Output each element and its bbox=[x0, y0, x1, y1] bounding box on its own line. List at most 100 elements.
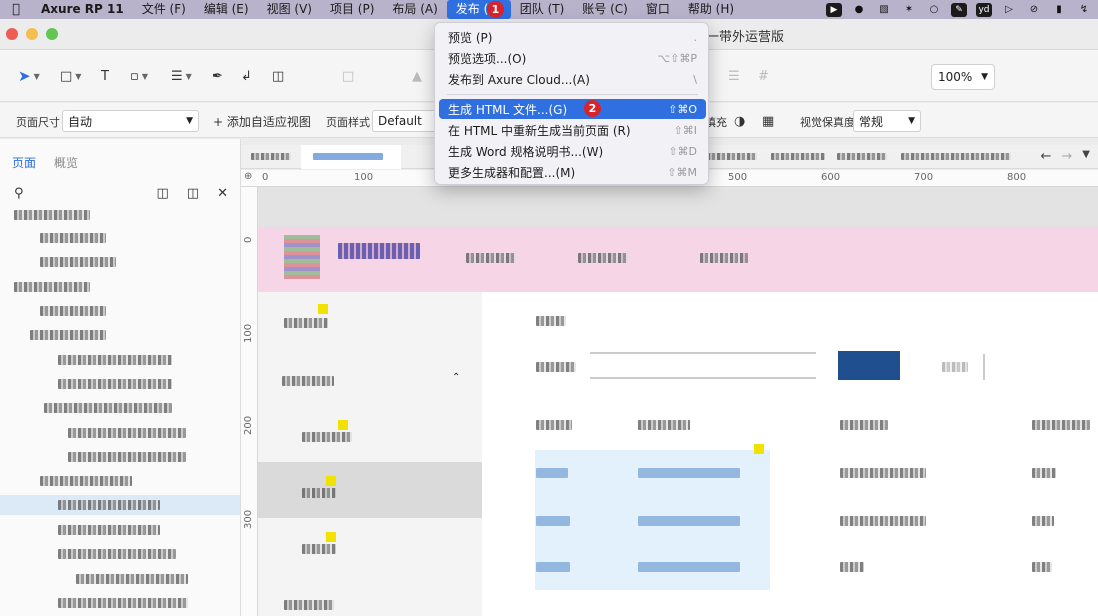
cursor-app-icon[interactable]: ▶ bbox=[826, 2, 842, 17]
youdao-icon[interactable]: yd bbox=[976, 2, 992, 17]
page-size-select[interactable]: 自动 ▼ bbox=[62, 110, 199, 132]
wechat-icon[interactable]: ● bbox=[851, 3, 867, 17]
divider bbox=[983, 354, 985, 380]
sync-icon[interactable]: ○ bbox=[926, 3, 942, 17]
menu-item-more-generators[interactable]: 更多生成器和配置...(M) ⇧⌘M bbox=[439, 162, 706, 182]
tree-item[interactable] bbox=[0, 398, 240, 418]
tree-item-selected[interactable] bbox=[0, 495, 240, 515]
page-style-select[interactable]: Default bbox=[372, 110, 434, 132]
menu-item-generate-word[interactable]: 生成 Word 规格说明书...(W) ⇧⌘D bbox=[439, 141, 706, 161]
menu-view[interactable]: 视图 (V) bbox=[258, 0, 321, 19]
page-tab[interactable] bbox=[771, 145, 831, 169]
annotation-marker[interactable] bbox=[326, 476, 336, 486]
prototype-table-header bbox=[536, 420, 572, 430]
tree-item[interactable] bbox=[0, 569, 240, 589]
connector-tool[interactable]: ↲ bbox=[241, 67, 252, 85]
inbox-icon[interactable]: ▧ bbox=[876, 3, 892, 17]
bluetooth-icon[interactable]: ↯ bbox=[1076, 3, 1092, 17]
page-tab[interactable] bbox=[837, 145, 897, 169]
prototype-table-cell bbox=[840, 468, 926, 478]
tree-item[interactable] bbox=[0, 423, 240, 443]
tree-item[interactable] bbox=[0, 471, 240, 491]
annotation-marker[interactable] bbox=[754, 444, 764, 454]
group-tool[interactable]: □ bbox=[342, 67, 354, 85]
network-icon[interactable]: ✶ bbox=[901, 3, 917, 17]
add-folder-icon[interactable]: ◫ bbox=[187, 186, 199, 201]
notes-app-icon[interactable]: ✎ bbox=[951, 2, 967, 17]
window-controls bbox=[6, 28, 58, 40]
hotspot-tool[interactable]: ◫ bbox=[272, 67, 284, 85]
tree-item[interactable] bbox=[0, 447, 240, 467]
menu-file[interactable]: 文件 (F) bbox=[133, 0, 195, 19]
tree-item[interactable] bbox=[0, 350, 240, 370]
ruler-tick-label: 700 bbox=[914, 172, 934, 183]
app-menu[interactable]: Axure RP 11 bbox=[32, 0, 133, 19]
widget-tool[interactable]: ▫ ▼ bbox=[130, 67, 148, 85]
menu-item-preview[interactable]: 预览 (P) . bbox=[439, 27, 706, 47]
page-size-value: 自动 bbox=[68, 114, 93, 129]
tree-item[interactable] bbox=[0, 374, 240, 394]
text-tool[interactable]: T bbox=[101, 67, 109, 85]
zoom-window-button[interactable] bbox=[46, 28, 58, 40]
fidelity-label: 视觉保真度 bbox=[800, 116, 855, 129]
menu-item-regenerate-page[interactable]: 在 HTML 中重新生成当前页面 (R) ⇧⌘I bbox=[439, 120, 706, 140]
menu-account[interactable]: 账号 (C) bbox=[573, 0, 637, 19]
tree-item[interactable] bbox=[0, 593, 240, 613]
grid-tool[interactable]: # bbox=[758, 67, 769, 85]
apple-icon[interactable]:  bbox=[0, 2, 32, 17]
minimize-window-button[interactable] bbox=[26, 28, 38, 40]
fidelity-select[interactable]: 常规 ▼ bbox=[853, 110, 921, 132]
battery-icon[interactable]: ▮ bbox=[1051, 3, 1067, 17]
tree-item[interactable] bbox=[0, 301, 240, 321]
menu-team[interactable]: 团队 (T) bbox=[511, 0, 574, 19]
menu-item-preview-options[interactable]: 预览选项...(O) ⌥⇧⌘P bbox=[439, 48, 706, 68]
tree-item[interactable] bbox=[0, 277, 240, 297]
annotation-marker[interactable] bbox=[338, 420, 348, 430]
menu-edit[interactable]: 编辑 (E) bbox=[195, 0, 258, 19]
menu-window[interactable]: 窗口 bbox=[637, 0, 679, 19]
prototype-table-header bbox=[840, 420, 888, 430]
chevron-down-icon: ▼ bbox=[75, 71, 82, 81]
close-window-button[interactable] bbox=[6, 28, 18, 40]
collapse-all-icon[interactable]: ✕ bbox=[217, 186, 228, 201]
fill-image-button[interactable]: ▦ bbox=[762, 112, 774, 130]
add-page-icon[interactable]: ◫ bbox=[157, 186, 169, 201]
arrow-left-icon[interactable]: ← bbox=[1040, 149, 1051, 164]
prototype-logo bbox=[284, 235, 320, 279]
page-tab-active[interactable] bbox=[301, 145, 401, 169]
add-adaptive-view-button[interactable]: + 添加自适应视图 bbox=[213, 113, 311, 130]
menu-item-generate-html[interactable]: 生成 HTML 文件...(G) ⇧⌘O bbox=[439, 99, 706, 119]
search-icon[interactable]: ⚲ bbox=[14, 186, 24, 201]
pen-tool[interactable]: ✒ bbox=[212, 67, 223, 85]
menu-layout[interactable]: 布局 (A) bbox=[383, 0, 446, 19]
align-tool[interactable]: ▲ bbox=[412, 67, 422, 85]
page-tab[interactable] bbox=[901, 145, 1021, 169]
tree-item[interactable] bbox=[0, 205, 240, 225]
tab-pages[interactable]: 页面 bbox=[12, 154, 36, 171]
select-tool[interactable]: ➤ ▼ bbox=[18, 67, 40, 85]
tree-item[interactable] bbox=[0, 228, 240, 248]
fill-color-button[interactable]: ◑ bbox=[734, 112, 745, 130]
page-tab[interactable] bbox=[247, 145, 297, 169]
layers-tool[interactable]: ☰ ▼ bbox=[171, 67, 192, 85]
menu-help[interactable]: 帮助 (H) bbox=[679, 0, 743, 19]
tab-outline[interactable]: 概览 bbox=[54, 154, 78, 171]
prototype-nav-item bbox=[700, 253, 748, 263]
tree-item[interactable] bbox=[0, 252, 240, 272]
distribute-tool[interactable]: ☰ bbox=[728, 67, 740, 85]
page-tab[interactable] bbox=[707, 145, 767, 169]
design-canvas[interactable]: ⌃ bbox=[258, 187, 1098, 616]
tree-item[interactable] bbox=[0, 520, 240, 540]
arrow-right-icon[interactable]: → bbox=[1061, 149, 1072, 164]
chevron-down-icon[interactable]: ▼ bbox=[1082, 149, 1090, 164]
menu-item-publish-cloud[interactable]: 发布到 Axure Cloud...(A) \ bbox=[439, 69, 706, 89]
media-play-icon[interactable]: ▷ bbox=[1001, 3, 1017, 17]
annotation-marker[interactable] bbox=[326, 532, 336, 542]
annotation-marker[interactable] bbox=[318, 304, 328, 314]
shape-tool[interactable]: □ ▼ bbox=[60, 67, 81, 85]
zoom-select[interactable]: 100% ▼ bbox=[931, 64, 995, 90]
tree-item[interactable] bbox=[0, 544, 240, 564]
menu-project[interactable]: 项目 (P) bbox=[321, 0, 383, 19]
tree-item[interactable] bbox=[0, 325, 240, 345]
mute-icon[interactable]: ⊘ bbox=[1026, 3, 1042, 17]
